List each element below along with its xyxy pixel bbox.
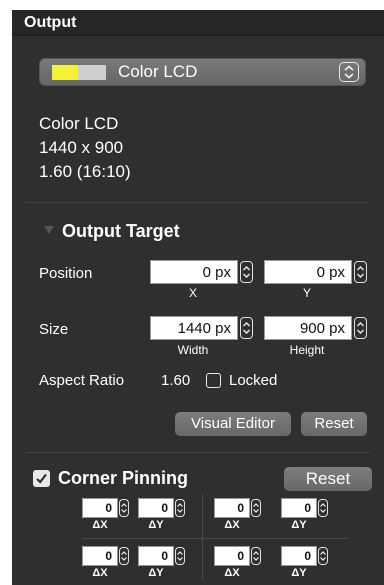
position-y-stepper[interactable] <box>354 261 367 283</box>
corner-stepper[interactable] <box>318 547 328 565</box>
corner-stepper[interactable] <box>175 547 185 565</box>
visual-editor-button[interactable]: Visual Editor <box>175 412 291 436</box>
corner-bottom-left-dx-input[interactable]: 0 <box>82 546 118 566</box>
corner-stepper[interactable] <box>251 547 261 565</box>
select-arrows-icon <box>339 62 359 82</box>
divider <box>26 202 370 203</box>
display-name: Color LCD <box>39 114 119 133</box>
size-width-caption: Width <box>177 343 209 357</box>
corner-stepper[interactable] <box>119 547 129 565</box>
aspect-ratio-value: 1.60 <box>161 372 191 389</box>
size-width-stepper[interactable] <box>240 317 253 339</box>
corner-top-right-dx-input[interactable]: 0 <box>214 498 250 518</box>
position-x-caption: X <box>188 286 197 300</box>
display-resolution: 1440 x 900 <box>39 138 124 157</box>
panel-title: Output <box>24 14 77 31</box>
corner-caption: ΔY <box>148 519 164 531</box>
corner-grid-divider-vertical <box>202 494 203 580</box>
disclosure-triangle-icon[interactable] <box>44 226 54 234</box>
corner-pinning-label: Corner Pinning <box>58 468 188 488</box>
corner-pinning-checkbox[interactable] <box>33 470 50 487</box>
corner-stepper[interactable] <box>119 499 129 517</box>
position-y-caption: Y <box>302 286 311 300</box>
size-height-caption: Height <box>289 343 325 357</box>
corner-caption: ΔX <box>224 567 240 579</box>
corner-caption: ΔY <box>291 567 307 579</box>
divider <box>26 452 370 453</box>
corner-top-right-dy-input[interactable]: 0 <box>281 498 317 518</box>
display-select[interactable]: Color LCD <box>39 58 366 86</box>
locked-label: Locked <box>229 372 278 389</box>
display-color-swatch <box>52 65 106 80</box>
panel-titlebar: Output <box>12 10 384 36</box>
corner-caption: ΔY <box>148 567 164 579</box>
corner-stepper[interactable] <box>318 499 328 517</box>
position-x-stepper[interactable] <box>240 261 253 283</box>
position-label: Position <box>39 265 93 282</box>
corner-stepper[interactable] <box>175 499 185 517</box>
size-label: Size <box>39 321 69 338</box>
corner-caption: ΔY <box>291 519 307 531</box>
output-reset-button[interactable]: Reset <box>301 412 367 436</box>
display-scale: 1.60 (16:10) <box>39 162 131 181</box>
corner-bottom-right-dy-input[interactable]: 0 <box>281 546 317 566</box>
size-height-input[interactable]: 900 px <box>264 316 352 340</box>
position-x-input[interactable]: 0 px <box>150 260 238 284</box>
size-height-stepper[interactable] <box>354 317 367 339</box>
corner-bottom-left-dy-input[interactable]: 0 <box>138 546 174 566</box>
corner-bottom-right-dx-input[interactable]: 0 <box>214 546 250 566</box>
output-target-title: Output Target <box>62 221 180 241</box>
corner-top-left-dy-input[interactable]: 0 <box>138 498 174 518</box>
position-y-input[interactable]: 0 px <box>264 260 352 284</box>
corner-caption: ΔX <box>92 519 108 531</box>
locked-checkbox[interactable] <box>206 373 221 388</box>
corner-stepper[interactable] <box>251 499 261 517</box>
size-width-input[interactable]: 1440 px <box>150 316 238 340</box>
aspect-ratio-label: Aspect Ratio <box>39 372 125 389</box>
corner-grid-divider-horizontal <box>82 538 348 539</box>
output-panel: Output Color LCD Color LCD 1440 x 900 1.… <box>12 10 384 585</box>
corner-caption: ΔX <box>224 519 240 531</box>
corner-top-left-dx-input[interactable]: 0 <box>82 498 118 518</box>
corner-caption: ΔX <box>92 567 108 579</box>
display-select-label: Color LCD <box>118 62 198 81</box>
corner-pinning-reset-button[interactable]: Reset <box>284 467 372 491</box>
